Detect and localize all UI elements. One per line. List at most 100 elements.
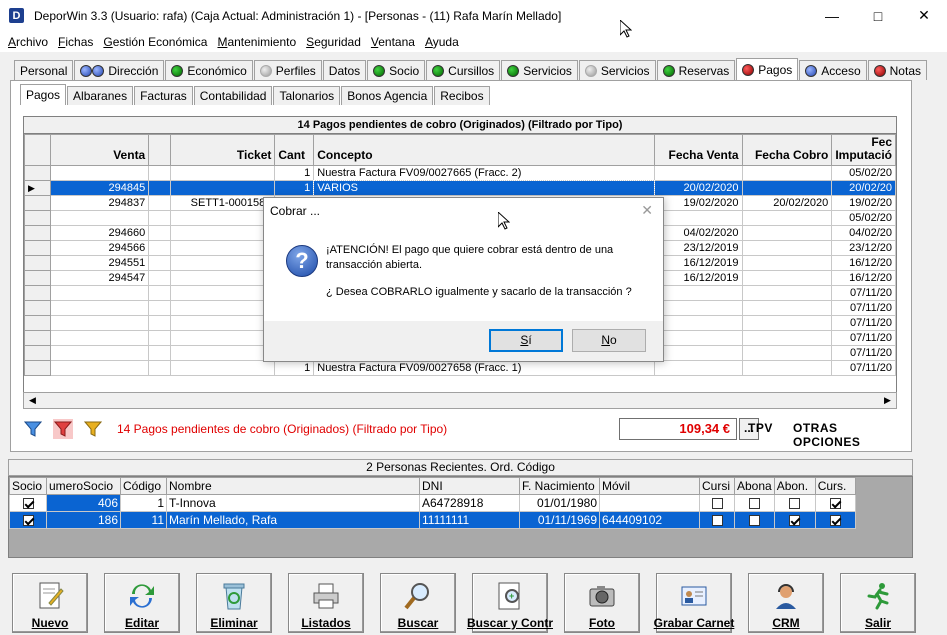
salir-button[interactable]: Salir [840,573,916,633]
maximize-button[interactable]: □ [855,0,901,31]
listados-button[interactable]: Listados [288,573,364,633]
scroll-right-icon[interactable]: ▶ [879,393,896,408]
tab-servicios-7[interactable]: Servicios [501,60,578,80]
grid-header-ticket[interactable]: Ticket [169,134,276,166]
personas-header-0[interactable]: Socio [9,477,47,495]
close-window-button[interactable]: ✕ [901,0,947,31]
checkbox-icon[interactable] [711,515,723,527]
tab-servicios-8[interactable]: Servicios [578,60,656,80]
tab-socio-5[interactable]: Socio [367,60,426,80]
otras-opciones-button[interactable]: OTRAS OPCIONES [793,421,903,449]
subtab-3[interactable]: Contabilidad [193,86,273,105]
tab-perfiles-3[interactable]: Perfiles [253,60,322,80]
personas-header-8[interactable]: Abona [734,477,775,495]
buscar-y-contr-button[interactable]: + Buscar y Contr [467,573,553,633]
grid-header-blank[interactable] [148,134,171,166]
minimize-button[interactable]: — [809,0,855,31]
filter-blue-icon[interactable] [23,419,43,439]
crm-button[interactable]: CRM [748,573,824,633]
tab-económico-2[interactable]: Económico [165,60,253,80]
grid-header-venta[interactable]: Venta [49,134,150,166]
personas-header-9[interactable]: Abon. [773,477,816,495]
personas-header-1[interactable]: umeroSocio [46,477,121,495]
checkbox-icon[interactable] [829,515,841,527]
cell-abona[interactable] [734,511,775,529]
checkbox-icon[interactable] [748,498,760,510]
checkbox-icon[interactable] [22,515,34,527]
cell-abona[interactable] [734,494,775,512]
checkbox-icon[interactable] [829,498,841,510]
tab-cursillos-6[interactable]: Cursillos [426,60,501,80]
menu-item-3[interactable]: Mantenimiento [212,35,301,49]
tab-pagos-10[interactable]: Pagos [736,58,799,80]
cell-socio[interactable] [9,511,47,529]
no-button[interactable]: No [572,329,646,352]
subtab-4[interactable]: Talonarios [273,86,341,105]
personas-header-7[interactable]: Cursi [699,477,735,495]
cell-blank [148,285,171,301]
tpv-button[interactable]: TPV [748,421,773,435]
tab-reservas-9[interactable]: Reservas [656,60,736,80]
editar-button[interactable]: Editar [104,573,180,633]
cell-cursi[interactable] [699,511,735,529]
grid-header-concepto[interactable]: Concepto [313,134,655,166]
buscar-button[interactable]: Buscar [380,573,456,633]
grabar-carnet-button[interactable]: Grabar Carnet [654,573,734,633]
table-row[interactable]: 1 Nuestra Factura FV09/0027665 (Fracc. 2)… [24,165,896,181]
cell-abon[interactable] [773,511,816,529]
personas-header-2[interactable]: Código [120,477,167,495]
dialog-close-icon[interactable]: ✕ [641,202,653,219]
table-row[interactable]: 406 1 T-Innova A64728918 01/01/1980 [9,494,856,512]
checkbox-icon[interactable] [748,515,760,527]
tab-dirección-1[interactable]: Dirección [74,60,165,80]
foto-button[interactable]: Foto [564,573,640,633]
horizontal-scrollbar[interactable]: ◀ ▶ [23,392,897,409]
personas-header-3[interactable]: Nombre [166,477,420,495]
nuevo-button[interactable]: Nuevo [12,573,88,633]
table-row[interactable]: 186 11 Marín Mellado, Rafa 11111111 01/11/19… [9,511,856,529]
cell-ticket [169,345,276,361]
menu-item-6[interactable]: Ayuda [420,35,464,49]
checkbox-icon[interactable] [711,498,723,510]
toolbar-label: Eliminar [210,616,258,630]
table-row[interactable]: ▶ 294845 1 VARIOS 20/02/2020 20/02/20 [24,179,896,197]
menu-item-4[interactable]: Seguridad [301,35,366,49]
table-row[interactable]: 1 Nuestra Factura FV09/0027658 (Fracc. 1)… [24,360,896,376]
menu-item-2[interactable]: Gestión Económica [98,35,212,49]
menu-item-5[interactable]: Ventana [366,35,420,49]
subtab-6[interactable]: Recibos [434,86,490,105]
cell-abon[interactable] [773,494,816,512]
cell-curs[interactable] [814,494,856,512]
cell-curs[interactable] [814,511,856,529]
filter-yellow-icon[interactable] [83,419,103,439]
subtab-1[interactable]: Albaranes [67,86,134,105]
personas-header-6[interactable]: Móvil [599,477,700,495]
grid-header-fecha-cobro[interactable]: Fecha Cobro [741,134,833,166]
grid-header-fecha-venta[interactable]: Fecha Venta [653,134,743,166]
checkbox-icon[interactable] [22,498,34,510]
personas-grid[interactable]: Socio umeroSocio Código Nombre DNI F. Nacimie… [8,476,913,558]
tab-datos-4[interactable]: Datos [322,60,367,80]
yes-button[interactable]: Sí [489,329,563,352]
eliminar-button[interactable]: Eliminar [196,573,272,633]
tab-notas-12[interactable]: Notas [867,60,927,80]
menu-item-1[interactable]: Fichas [53,35,98,49]
subtab-0[interactable]: Pagos [20,84,67,105]
menu-item-0[interactable]: Archivo [3,35,53,49]
personas-header-5[interactable]: F. Nacimiento [519,477,600,495]
tab-personal-0[interactable]: Personal [14,60,74,80]
cell-socio[interactable] [9,494,47,512]
cell-cursi[interactable] [699,494,735,512]
scroll-left-icon[interactable]: ◀ [24,393,41,408]
grid-header-cant[interactable]: Cant [274,134,315,166]
checkbox-icon[interactable] [789,498,801,510]
tab-acceso-11[interactable]: Acceso [799,60,867,80]
checkbox-icon[interactable] [789,515,801,527]
subtab-5[interactable]: Bonos Agencia [341,86,434,105]
window-title: DeporWin 3.3 (Usuario: rafa) (Caja Actua… [34,8,562,23]
filter-red-icon[interactable] [53,419,73,439]
personas-header-10[interactable]: Curs. [814,477,856,495]
grid-header-fecha-imputacion[interactable]: Fec Imputació [831,134,896,166]
personas-header-4[interactable]: DNI [419,477,520,495]
subtab-2[interactable]: Facturas [134,86,193,105]
